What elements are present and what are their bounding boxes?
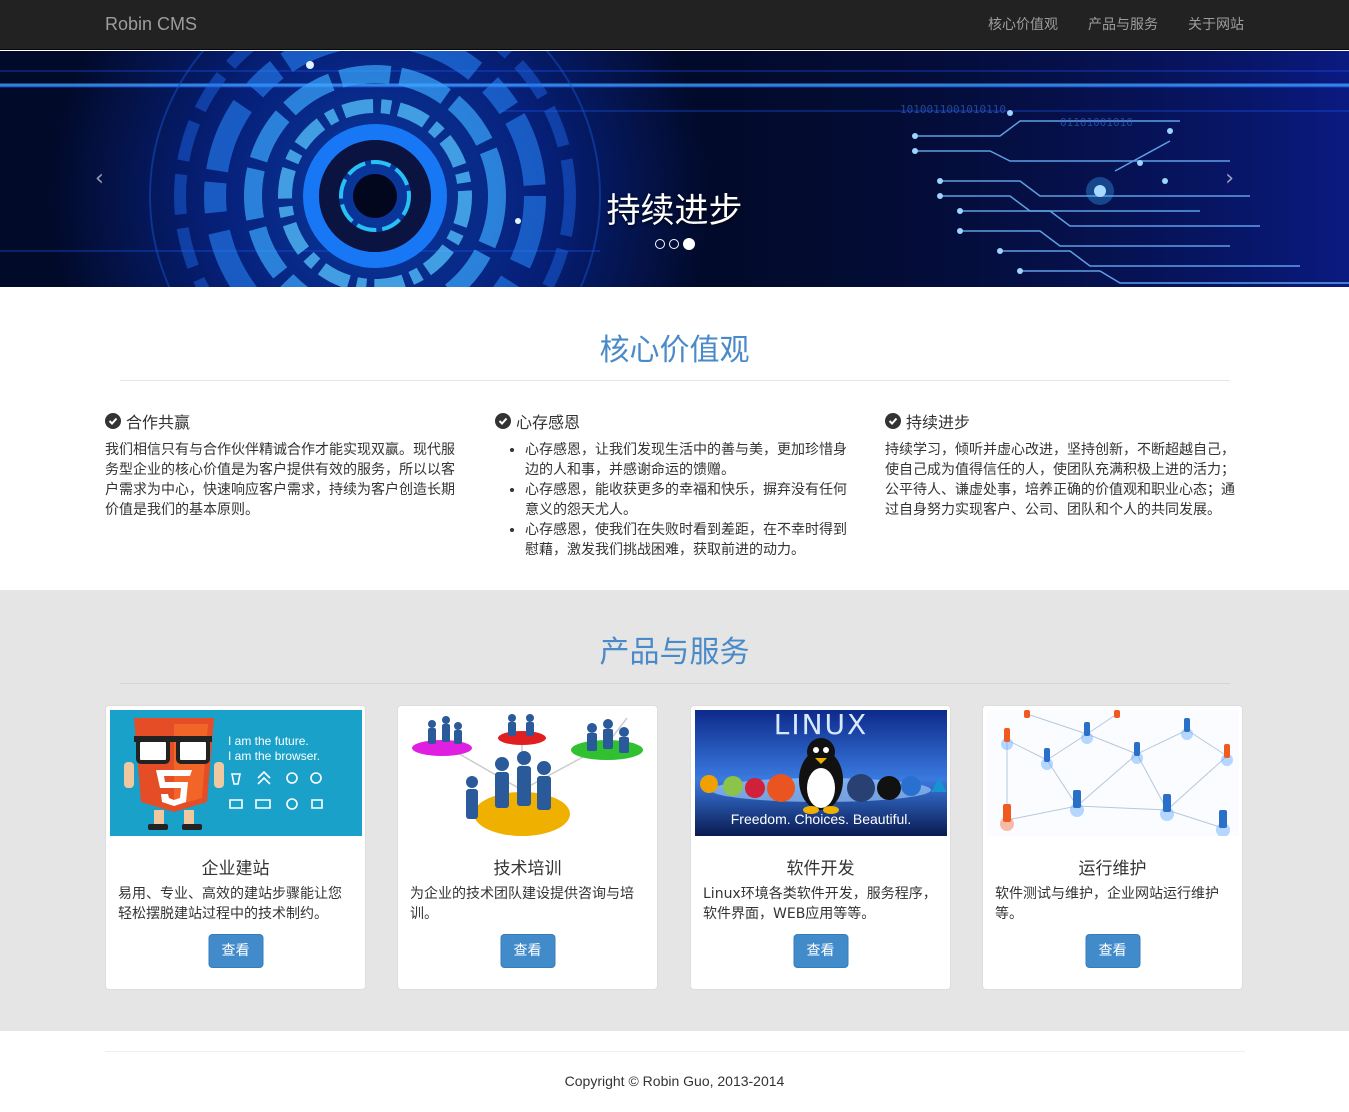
nav-item-products[interactable]: 产品与服务	[1073, 0, 1173, 50]
check-circle-icon	[495, 413, 511, 429]
training-image	[402, 710, 654, 836]
value-list: 心存感恩，让我们发现生活中的善与美，更加珍惜身边的人和事，并感谢命运的馈赠。 心…	[495, 440, 850, 560]
network-image	[987, 710, 1239, 836]
values-title: 核心价值观	[599, 333, 750, 368]
nav-item-about[interactable]: 关于网站	[1173, 0, 1244, 50]
html5-image: I am the future. I am the browser.	[110, 710, 362, 836]
carousel-indicator-active[interactable]	[682, 238, 695, 250]
value-column: 持续进步 持续学习，倾听并虚心改进，坚持创新，不断超越自己，使自己成为值得信任的…	[885, 410, 1240, 520]
list-item: 心存感恩，使我们在失败时看到差距，在不幸时得到慰藉，激发我们挑战困难，获取前进的…	[525, 520, 850, 560]
product-card: I am the future. I am the browser. 企业建站 …	[105, 705, 366, 990]
image-text: I am the browser.	[228, 749, 321, 763]
carousel-background-image: 1010011001010110 01101001010	[0, 51, 1349, 287]
image-text: I am the future.	[228, 734, 309, 748]
product-card: LINUX Freedom. Choices. Beautiful. 软件开发 …	[690, 705, 951, 990]
value-text: 我们相信只有与合作伙伴精诚合作才能实现双赢。现代服务型企业的核心价值是为客户提供…	[105, 442, 455, 518]
hero-carousel: 1010011001010110 01101001010 ‹ ›	[0, 51, 1349, 287]
value-heading-text: 合作共赢	[126, 413, 191, 432]
view-button[interactable]: 查看	[793, 934, 848, 968]
svg-text:1010011001010110: 1010011001010110	[900, 103, 1006, 116]
value-heading-text: 心存感恩	[516, 413, 581, 432]
view-button[interactable]: 查看	[208, 934, 263, 968]
divider	[120, 380, 1230, 381]
card-text: Linux环境各类软件开发，服务程序，软件界面，WEB应用等等。	[703, 886, 937, 922]
value-heading-text: 持续进步	[906, 413, 971, 432]
value-heading: 持续进步	[885, 410, 1240, 432]
view-button[interactable]: 查看	[500, 934, 555, 968]
carousel-indicator[interactable]	[654, 239, 665, 249]
card-title: 企业建站	[201, 859, 270, 879]
value-column: 心存感恩 心存感恩，让我们发现生活中的善与美，更加珍惜身边的人和事，并感谢命运的…	[495, 410, 850, 560]
card-text: 软件测试与维护，企业网站运行维护等。	[995, 886, 1219, 922]
value-text: 持续学习，倾听并虚心改进，坚持创新，不断超越自己，使自己成为值得信任的人，使团队…	[885, 442, 1235, 518]
nav-item-values[interactable]: 核心价值观	[973, 0, 1073, 50]
card-title: 软件开发	[786, 859, 855, 879]
divider	[105, 1051, 1245, 1052]
card-text: 为企业的技术团队建设提供咨询与培训。	[410, 886, 634, 922]
value-column: 合作共赢 我们相信只有与合作伙伴精诚合作才能实现双赢。现代服务型企业的核心价值是…	[105, 410, 460, 520]
image-text: LINUX	[773, 710, 869, 741]
carousel-indicator[interactable]	[668, 239, 679, 249]
nav-menu: 核心价值观 产品与服务 关于网站	[973, 0, 1244, 50]
card-title: 技术培训	[493, 859, 562, 879]
carousel-indicators	[0, 238, 1349, 250]
carousel-caption: 持续进步	[606, 191, 743, 231]
value-heading: 合作共赢	[105, 410, 460, 432]
linux-image: LINUX Freedom. Choices. Beautiful.	[695, 710, 947, 836]
check-circle-icon	[885, 413, 901, 429]
image-text: Freedom. Choices. Beautiful.	[730, 811, 912, 827]
view-button[interactable]: 查看	[1085, 934, 1140, 968]
card-title: 运行维护	[1078, 859, 1147, 879]
card-text: 易用、专业、高效的建站步骤能让您轻松摆脱建站过程中的技术制约。	[118, 886, 342, 922]
products-title: 产品与服务	[599, 635, 750, 670]
product-card: 运行维护 软件测试与维护，企业网站运行维护等。 查看	[982, 705, 1243, 990]
divider	[120, 683, 1230, 684]
value-heading: 心存感恩	[495, 410, 850, 432]
svg-text:01101001010: 01101001010	[1060, 116, 1133, 129]
list-item: 心存感恩，能收获更多的幸福和快乐，摒弃没有任何意义的怨天尤人。	[525, 480, 850, 520]
brand-link[interactable]: Robin CMS	[105, 14, 197, 35]
check-circle-icon	[105, 413, 121, 429]
list-item: 心存感恩，让我们发现生活中的善与美，更加珍惜身边的人和事，并感谢命运的馈赠。	[525, 440, 850, 480]
navbar: Robin CMS 核心价值观 产品与服务 关于网站	[0, 0, 1349, 50]
footer-copyright: Copyright © Robin Guo, 2013-2014	[564, 1073, 785, 1089]
product-card: 技术培训 为企业的技术团队建设提供咨询与培训。 查看	[397, 705, 658, 990]
